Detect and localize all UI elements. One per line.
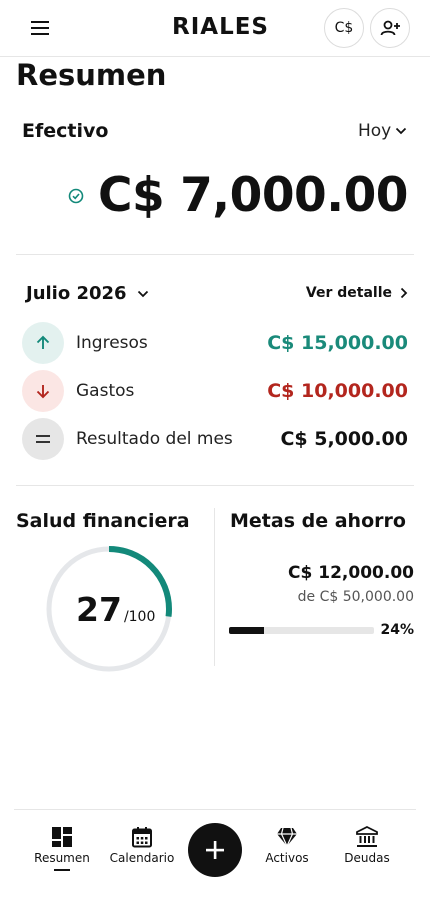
income-label: Ingresos <box>76 333 148 353</box>
health-score: 27 /100 <box>76 590 155 629</box>
month-result-row[interactable]: Resultado del mes C$ 5,000.00 <box>22 418 408 460</box>
add-person-icon <box>380 20 400 36</box>
score-max: /100 <box>123 609 156 625</box>
add-user-button[interactable] <box>370 8 410 48</box>
chevron-right-icon <box>400 287 408 299</box>
bank-icon <box>356 826 378 847</box>
score-value: 27 <box>76 590 122 629</box>
calendar-icon <box>132 827 152 848</box>
divider <box>16 485 414 486</box>
view-detail-link[interactable]: Ver detalle <box>306 285 408 301</box>
nav-label: Calendario <box>109 851 175 865</box>
menu-button[interactable] <box>24 14 56 42</box>
financial-health-title: Salud financiera <box>16 510 190 532</box>
income-row[interactable]: Ingresos C$ 15,000.00 <box>22 322 408 364</box>
savings-progress-fill <box>229 627 264 634</box>
cash-balance: C$ 7,000.00 <box>68 168 408 223</box>
income-amount: C$ 15,000.00 <box>267 332 408 354</box>
expenses-badge <box>22 370 64 412</box>
savings-amount: C$ 12,000.00 <box>288 563 414 583</box>
savings-goal: de C$ 50,000.00 <box>297 589 414 605</box>
income-badge <box>22 322 64 364</box>
expenses-amount: C$ 10,000.00 <box>267 380 408 402</box>
nav-item-deudas[interactable]: Deudas <box>327 826 407 865</box>
nav-label: Deudas <box>344 851 390 865</box>
savings-goals-title: Metas de ahorro <box>230 510 406 532</box>
month-select[interactable]: Julio 2026 <box>26 283 149 304</box>
chevron-down-icon <box>396 127 407 135</box>
view-detail-label: Ver detalle <box>305 285 392 301</box>
savings-progress-bar <box>229 627 374 634</box>
vertical-divider <box>214 508 215 666</box>
hamburger-menu-icon <box>31 21 49 35</box>
active-indicator <box>54 869 70 871</box>
nav-label: Activos <box>265 851 309 865</box>
arrow-up-icon <box>36 335 50 349</box>
dashboard-icon <box>52 827 72 847</box>
app-logo: RIALES <box>172 14 270 40</box>
nav-item-resumen[interactable]: Resumen <box>22 826 102 871</box>
bottom-navigation: Resumen Calendario Activos Deudas <box>14 809 416 897</box>
period-value: Hoy <box>358 121 392 141</box>
check-circle-icon <box>68 188 84 203</box>
currency-button[interactable]: C$ <box>324 8 364 48</box>
nav-item-calendario[interactable]: Calendario <box>102 826 182 865</box>
expenses-label: Gastos <box>76 381 135 401</box>
result-amount: C$ 5,000.00 <box>280 428 408 450</box>
arrow-down-icon <box>36 385 50 399</box>
equals-icon <box>36 435 50 443</box>
balance-amount: C$ 7,000.00 <box>98 168 408 223</box>
add-transaction-button[interactable] <box>188 823 242 877</box>
savings-percent: 24% <box>380 622 414 638</box>
result-label: Resultado del mes <box>76 429 233 449</box>
diamond-icon <box>277 827 297 848</box>
cash-label: Efectivo <box>22 120 109 142</box>
nav-label: Resumen <box>34 851 90 865</box>
chevron-down-icon <box>137 290 148 297</box>
app-header: RIALES C$ <box>0 0 430 57</box>
period-select[interactable]: Hoy <box>358 121 407 141</box>
divider <box>16 254 414 255</box>
plus-icon <box>206 841 224 859</box>
expenses-row[interactable]: Gastos C$ 10,000.00 <box>22 370 408 412</box>
nav-item-activos[interactable]: Activos <box>247 826 327 865</box>
result-badge <box>22 418 64 460</box>
page-title: Resumen <box>16 58 167 92</box>
month-label: Julio 2026 <box>26 283 127 304</box>
